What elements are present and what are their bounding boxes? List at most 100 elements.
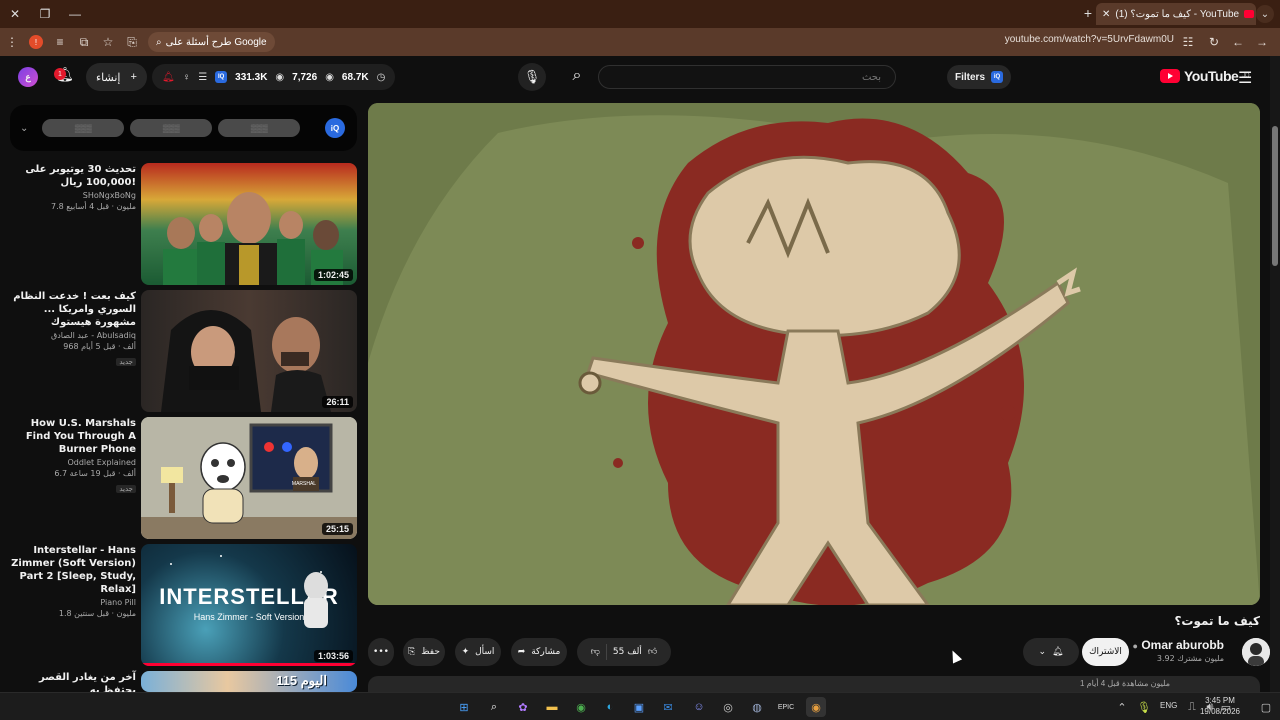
outlook-icon[interactable]: ✉	[658, 697, 678, 717]
rec-duration: 25:15	[321, 523, 353, 535]
channel-avatar[interactable]	[1242, 638, 1270, 666]
edge-icon[interactable]: ◐	[600, 697, 620, 717]
rec-title[interactable]: كيف بعت ! خدعت النظام السوري وامريكا ...…	[8, 290, 136, 329]
youtube-logo[interactable]: YouTube JO	[1160, 68, 1249, 84]
file-explorer-icon[interactable]: ▬	[542, 697, 562, 717]
scrollbar-thumb[interactable]	[1272, 126, 1278, 266]
rec-duration: 1:02:45	[313, 269, 353, 281]
search-input[interactable]	[598, 65, 896, 89]
taskbar-search-icon[interactable]: ⌕	[484, 697, 504, 717]
chevron-down-icon: ⌄	[1038, 647, 1047, 657]
save-button[interactable]: ⎘ حفظ	[403, 638, 445, 666]
bookmark-star-icon[interactable]: ☆	[96, 30, 120, 54]
stat-likes: 7,726	[292, 71, 318, 83]
plus-icon: +	[130, 71, 137, 83]
recommendation-item[interactable]: Interstellar - Hans Zimmer (Soft Version…	[8, 544, 358, 666]
rec-thumbnail[interactable]: 26:11	[141, 290, 357, 412]
rec-channel[interactable]: عبد الصادق - Abulsadiq	[8, 331, 136, 340]
rec-title[interactable]: تحديث 30 يوتيوبر على 100,000 ريال!	[8, 163, 136, 189]
filter-chip[interactable]: ▒▒▒	[42, 119, 125, 137]
dislike-icon[interactable]: 👎︎	[591, 647, 600, 657]
language-indicator[interactable]: ENG	[1160, 701, 1177, 710]
minimize-window-icon[interactable]: —	[60, 0, 90, 28]
iq-button[interactable]: iQ	[325, 118, 345, 138]
thumbnail-art	[163, 192, 343, 285]
rec-title[interactable]: How U.S. Marshals Find You Through A Bur…	[8, 417, 136, 456]
video-player[interactable]	[368, 103, 1260, 605]
rec-thumbnail[interactable]: 1:02:45	[141, 163, 357, 285]
browser-tab[interactable]: ✕ (1) كيف ما تموت؟ - YouTube	[1096, 3, 1256, 25]
clock-time: 3:45 PM	[1205, 696, 1235, 705]
close-window-icon[interactable]: ✕	[0, 0, 30, 28]
chrome-icon[interactable]: ◉	[571, 697, 591, 717]
video-actions-row: ••• ⎘ حفظ ✦ اسأل ➦ مشاركة 👎︎ 55 ألف 👍︎ ⌄…	[368, 638, 1260, 668]
rec-channel[interactable]: Piano Pill	[8, 598, 136, 607]
rec-thumbnail[interactable]: MARSHAL 25:15	[141, 417, 357, 539]
description-box[interactable]: 1 مليون مشاهدة قبل 4 أيام	[368, 676, 1260, 692]
recommendation-item[interactable]: كيف بعت ! خدعت النظام السوري وامريكا ...…	[8, 290, 358, 412]
rec-channel[interactable]: SHoNgxBoNg	[8, 191, 136, 200]
more-actions-icon[interactable]: •••	[368, 638, 394, 666]
recommendation-item[interactable]: How U.S. Marshals Find You Through A Bur…	[8, 417, 358, 539]
epic-games-icon[interactable]: EPIC	[776, 697, 796, 717]
chrome-active-icon[interactable]: ◉	[806, 697, 826, 717]
github-icon[interactable]: ◎	[718, 697, 738, 717]
tray-overflow-icon[interactable]: ⌃	[1112, 697, 1132, 717]
filter-chip[interactable]: ▒▒▒	[218, 119, 301, 137]
rec-title[interactable]: Interstellar - Hans Zimmer (Soft Version…	[8, 544, 136, 596]
rec-channel[interactable]: Oddlet Explained	[8, 458, 136, 467]
menu-kebab-icon[interactable]: ⋮	[0, 30, 24, 54]
rec-thumbnail[interactable]: INTERSTELLAR Hans Zimmer - Soft Version …	[141, 544, 357, 666]
share-icon: ➦	[517, 647, 526, 657]
store-icon[interactable]: ▣	[629, 697, 649, 717]
subscribe-button[interactable]: الاشتراك	[1082, 638, 1129, 666]
ask-google-chip[interactable]: ⌕ طرح أسئلة على Google	[148, 32, 275, 52]
extensions-icon[interactable]: ⧉	[72, 30, 96, 54]
guide-menu-icon[interactable]: ☰	[1238, 68, 1252, 88]
maximize-window-icon[interactable]: ❐	[30, 0, 60, 28]
reading-list-icon[interactable]: ≡	[48, 30, 72, 54]
account-avatar[interactable]: ع	[18, 67, 38, 87]
voice-search-mic-icon[interactable]: 🎙︎	[518, 63, 546, 91]
youtube-play-icon	[1160, 69, 1180, 83]
extension-alert-icon[interactable]: !	[24, 30, 48, 54]
rec-thumbnail[interactable]: اليوم 115	[141, 671, 357, 692]
tray-mic-icon[interactable]: 🎙︎	[1134, 697, 1154, 717]
like-icon[interactable]: 👍︎	[648, 647, 657, 657]
back-icon[interactable]: →	[1250, 30, 1274, 54]
discord-icon[interactable]: ☺	[689, 697, 709, 717]
steam-icon[interactable]: ◍	[747, 697, 767, 717]
create-button[interactable]: إنشاء +	[86, 63, 147, 91]
notification-settings-button[interactable]: ⌄ 🔔︎	[1023, 638, 1079, 666]
site-settings-icon[interactable]: ☷	[1176, 30, 1200, 54]
address-bar-url[interactable]: youtube.com/watch?v=5UrvFdawm0U	[1005, 34, 1174, 45]
like-dislike-group: 👎︎ 55 ألف 👍︎	[577, 638, 671, 666]
filter-chips-bar: ⌄ ▒▒▒ ▒▒▒ ▒▒▒ iQ	[10, 105, 357, 151]
start-windows-icon[interactable]: ⊞	[454, 697, 474, 717]
filters-button[interactable]: Filters iQ	[947, 65, 1012, 89]
notification-center-icon[interactable]: ▢	[1256, 697, 1276, 717]
page-scrollbar[interactable]	[1270, 56, 1280, 692]
share-button[interactable]: ➦ مشاركة	[511, 638, 567, 666]
thumbnail-art: INTERSTELLAR Hans Zimmer - Soft Version	[159, 555, 338, 628]
system-clock[interactable]: 3:45 PM 19/08/2026	[1200, 695, 1240, 717]
ask-button[interactable]: ✦ اسأل	[455, 638, 501, 666]
like-count[interactable]: 55 ألف	[613, 647, 642, 657]
rec-meta: 6.7 ألف · قبل 19 ساعة	[54, 469, 136, 478]
forward-icon[interactable]: ←	[1226, 30, 1250, 54]
screenshot-icon[interactable]: ⎘	[120, 30, 144, 54]
search-icon[interactable]: ⌕	[558, 63, 596, 89]
chevron-down-icon[interactable]: ⌄	[20, 123, 28, 134]
new-badge: جديد	[116, 358, 136, 366]
youtube-favicon-icon	[1244, 10, 1255, 18]
recommendation-item[interactable]: آخر من يغادر القصر يحتفظ به اليوم 115	[8, 671, 358, 696]
channel-name[interactable]: ● Omar aburobb	[1133, 638, 1224, 652]
new-tab-icon[interactable]: +	[1084, 5, 1092, 21]
copilot-icon[interactable]: ✿	[513, 697, 533, 717]
recommendation-item[interactable]: تحديث 30 يوتيوبر على 100,000 ريال! SHoNg…	[8, 163, 358, 285]
filter-chip[interactable]: ▒▒▒	[130, 119, 213, 137]
tab-search-icon[interactable]: ⌄	[1256, 5, 1274, 23]
tab-close-icon[interactable]: ✕	[1102, 9, 1110, 20]
address-bar-actions: ☷	[1176, 30, 1200, 54]
reload-icon[interactable]: ↻	[1202, 30, 1226, 54]
